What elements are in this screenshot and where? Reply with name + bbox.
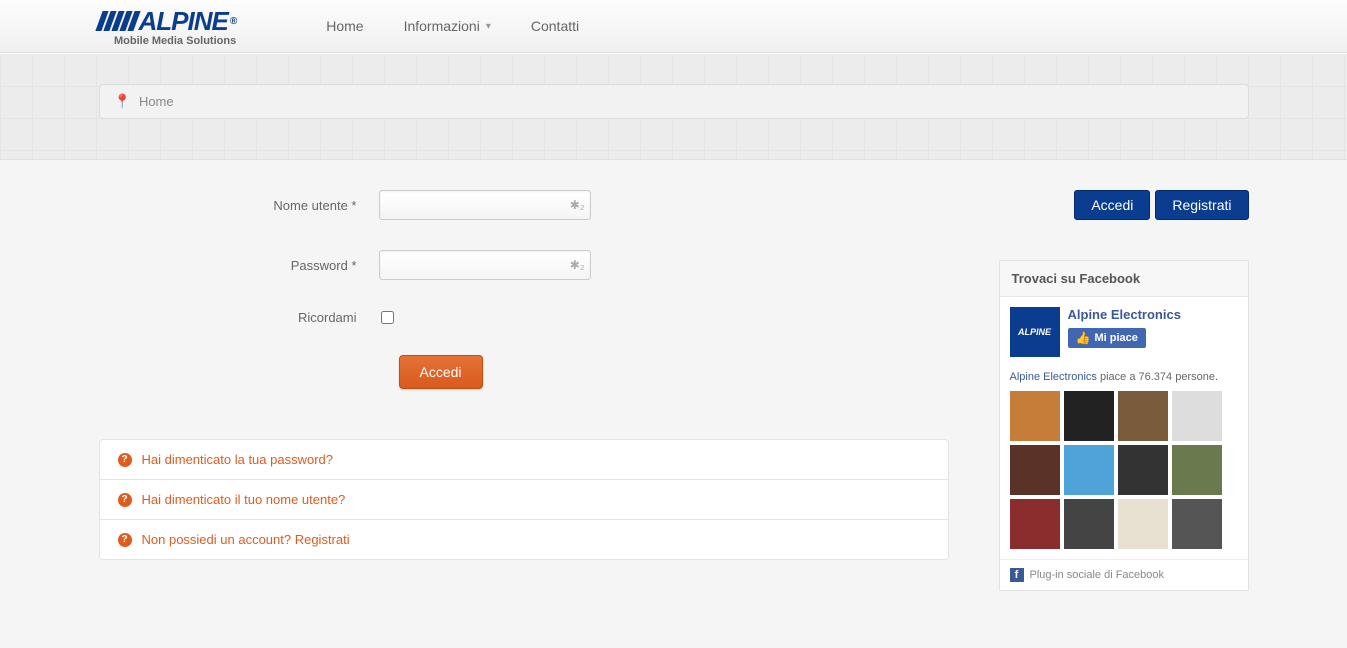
help-links: ? Hai dimenticato la tua password? ? Hai…: [99, 439, 949, 560]
username-label: Nome utente *: [99, 198, 379, 213]
facebook-stats-text: piace a 76.374 persone.: [1097, 371, 1218, 383]
avatar[interactable]: [1064, 499, 1114, 549]
thumbs-up-icon: 👍: [1076, 331, 1091, 345]
logo-subtitle: Mobile Media Solutions: [99, 35, 237, 47]
facebook-widget: Trovaci su Facebook ALPINE Alpine Electr…: [999, 260, 1249, 591]
avatar[interactable]: [1064, 445, 1114, 495]
nav-informazioni[interactable]: Informazioni ▾: [404, 18, 491, 34]
register-text: Non possiedi un account? Registrati: [142, 532, 350, 547]
forgot-username-link[interactable]: ? Hai dimenticato il tuo nome utente?: [100, 479, 948, 519]
question-icon: ?: [118, 493, 132, 507]
avatar[interactable]: [1010, 499, 1060, 549]
avatar[interactable]: [1010, 445, 1060, 495]
avatar[interactable]: [1118, 499, 1168, 549]
facebook-stats-link[interactable]: Alpine Electronics: [1010, 371, 1097, 383]
remember-label: Ricordami: [99, 310, 379, 325]
avatar[interactable]: [1118, 445, 1168, 495]
side-register-button[interactable]: Registrati: [1155, 190, 1248, 220]
password-input[interactable]: [379, 250, 591, 280]
facebook-header: Trovaci su Facebook: [1000, 261, 1248, 297]
nav-home[interactable]: Home: [326, 18, 363, 34]
chevron-down-icon: ▾: [486, 21, 491, 32]
question-icon: ?: [118, 533, 132, 547]
logo-stripes-icon: [99, 11, 137, 31]
forgot-username-text: Hai dimenticato il tuo nome utente?: [142, 492, 346, 507]
main-nav: Home Informazioni ▾ Contatti: [326, 18, 579, 34]
username-input[interactable]: [379, 190, 591, 220]
side-login-button[interactable]: Accedi: [1074, 190, 1150, 220]
register-link[interactable]: ? Non possiedi un account? Registrati: [100, 519, 948, 559]
sidebar: Accedi Registrati Trovaci su Facebook AL…: [999, 190, 1249, 591]
forgot-password-text: Hai dimenticato la tua password?: [142, 452, 334, 467]
logo-reg: ®: [230, 16, 236, 27]
forgot-password-link[interactable]: ? Hai dimenticato la tua password?: [100, 440, 948, 479]
breadcrumb: 📍 Home: [99, 84, 1249, 119]
avatar[interactable]: [1064, 391, 1114, 441]
facebook-page-name[interactable]: Alpine Electronics: [1068, 307, 1181, 322]
login-form-area: Nome utente * ✱₂ Password * ✱₂ Ricordami…: [99, 190, 949, 560]
nav-info-label: Informazioni: [404, 18, 480, 34]
breadcrumb-band: 📍 Home: [0, 53, 1347, 160]
location-pin-icon: 📍: [114, 93, 131, 110]
remember-checkbox[interactable]: [381, 311, 394, 324]
login-submit-button[interactable]: Accedi: [399, 355, 483, 389]
logo[interactable]: ALPINE® Mobile Media Solutions: [99, 6, 237, 47]
nav-contatti[interactable]: Contatti: [531, 18, 579, 34]
avatar[interactable]: [1172, 499, 1222, 549]
facebook-like-label: Mi piace: [1094, 332, 1137, 344]
avatar[interactable]: [1172, 445, 1222, 495]
facebook-fan-grid: [1010, 391, 1238, 549]
facebook-page-logo[interactable]: ALPINE: [1010, 307, 1060, 357]
breadcrumb-text: Home: [139, 94, 174, 109]
question-icon: ?: [118, 453, 132, 467]
facebook-footer: f Plug-in sociale di Facebook: [1000, 559, 1248, 590]
facebook-stats: Alpine Electronics piace a 76.374 person…: [1010, 371, 1238, 383]
facebook-icon: f: [1010, 568, 1024, 582]
facebook-like-button[interactable]: 👍 Mi piace: [1068, 328, 1146, 348]
password-label: Password *: [99, 258, 379, 273]
avatar[interactable]: [1172, 391, 1222, 441]
top-bar: ALPINE® Mobile Media Solutions Home Info…: [0, 0, 1347, 53]
avatar[interactable]: [1118, 391, 1168, 441]
facebook-footer-text: Plug-in sociale di Facebook: [1030, 569, 1165, 581]
avatar[interactable]: [1010, 391, 1060, 441]
logo-text: ALPINE: [139, 6, 228, 37]
